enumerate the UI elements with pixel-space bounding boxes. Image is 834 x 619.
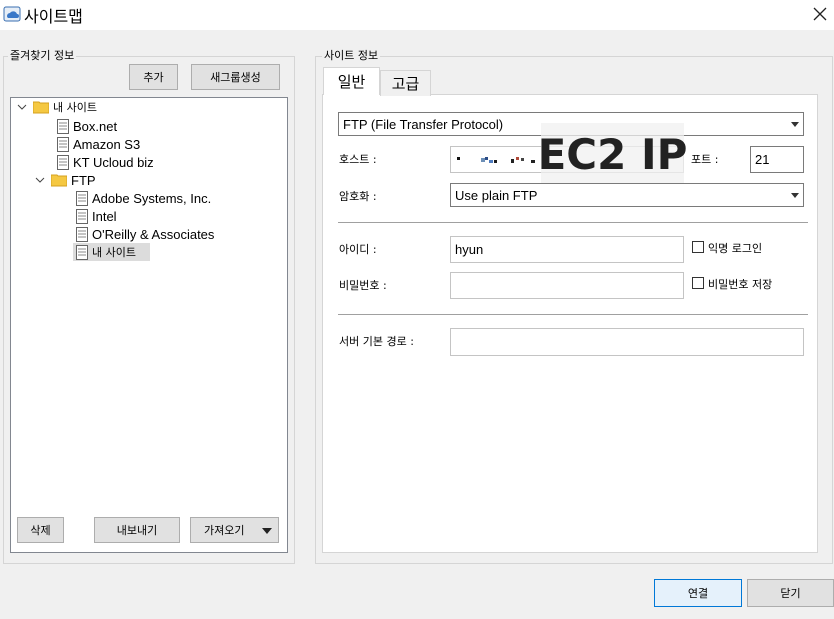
- chevron-down-icon[interactable]: [787, 113, 803, 135]
- site-file-icon: [76, 226, 88, 242]
- chevron-down-icon[interactable]: [787, 184, 803, 206]
- new-group-button[interactable]: 새그룹생성: [191, 64, 280, 90]
- site-file-icon: [57, 118, 69, 134]
- site-file-icon: [76, 190, 88, 206]
- anonymous-login-checkbox[interactable]: [692, 241, 704, 253]
- ec2-ip-overlay: EC2 IP: [538, 123, 687, 185]
- tree-item-label: 내 사이트: [92, 246, 136, 259]
- tree-item-label: Adobe Systems, Inc.: [92, 190, 212, 206]
- tree-item-label: KT Ucloud biz: [73, 154, 154, 170]
- id-label: 아이디 :: [339, 243, 377, 256]
- tree-item-label: FTP: [71, 172, 96, 188]
- save-password-label: 비밀번호 저장: [708, 278, 773, 291]
- add-button[interactable]: 추가: [129, 64, 178, 90]
- chevron-down-icon[interactable]: [17, 102, 27, 112]
- tab-advanced[interactable]: 고급: [380, 70, 431, 96]
- remote-path-input[interactable]: [450, 328, 804, 356]
- redacted-host-pixels: [457, 157, 535, 163]
- folder-icon: [33, 101, 49, 114]
- site-info-group-label: 사이트 정보: [322, 47, 381, 63]
- dropdown-arrow-icon[interactable]: [262, 528, 272, 534]
- host-label: 호스트 :: [339, 153, 377, 166]
- tree-item-label: 내 사이트: [53, 101, 97, 114]
- divider: [338, 314, 808, 315]
- anonymous-login-label: 익명 로그인: [708, 242, 763, 255]
- port-input[interactable]: 21: [750, 146, 804, 173]
- divider: [338, 222, 808, 223]
- protocol-value: FTP (File Transfer Protocol): [343, 116, 504, 132]
- connect-button[interactable]: 연결: [654, 579, 742, 607]
- tree-item-label: Box.net: [73, 118, 118, 134]
- site-file-icon: [76, 244, 88, 260]
- tree-item-kt-ucloud[interactable]: KT Ucloud biz: [57, 153, 154, 171]
- port-value: 21: [755, 152, 770, 167]
- password-label: 비밀번호 :: [339, 279, 387, 292]
- folder-icon: [51, 174, 67, 187]
- encryption-select[interactable]: Use plain FTP: [450, 183, 804, 207]
- tree-item-box-net[interactable]: Box.net: [57, 117, 117, 135]
- favorites-group-label: 즐겨찾기 정보: [8, 47, 77, 63]
- tree-item-intel[interactable]: Intel: [76, 207, 117, 225]
- tree-item-my-site-selected[interactable]: 내 사이트: [73, 243, 150, 261]
- password-input[interactable]: [450, 272, 684, 299]
- tree-item-label: Amazon S3: [73, 136, 141, 152]
- tree-item-label: O'Reilly & Associates: [92, 226, 215, 242]
- import-button[interactable]: 가져오기: [190, 517, 279, 543]
- save-password-checkbox[interactable]: [692, 277, 704, 289]
- tree-item-amazon-s3[interactable]: Amazon S3: [57, 135, 140, 153]
- close-button[interactable]: 닫기: [747, 579, 834, 607]
- chevron-down-icon[interactable]: [35, 175, 45, 185]
- site-file-icon: [57, 136, 69, 152]
- sitemap-cloud-icon: [3, 5, 21, 22]
- tree-folder-ftp[interactable]: FTP: [35, 171, 96, 189]
- id-input[interactable]: hyun: [450, 236, 684, 263]
- title-bar: [0, 0, 834, 30]
- port-label: 포트 :: [691, 153, 719, 166]
- encryption-label: 암호화 :: [339, 190, 377, 203]
- window-title: 사이트맵: [24, 7, 83, 26]
- site-file-icon: [76, 208, 88, 224]
- export-button[interactable]: 내보내기: [94, 517, 180, 543]
- close-icon[interactable]: [808, 2, 832, 26]
- tab-general[interactable]: 일반: [323, 67, 380, 95]
- tree-item-adobe[interactable]: Adobe Systems, Inc.: [76, 189, 211, 207]
- remote-path-label: 서버 기본 경로 :: [339, 335, 414, 348]
- overlay-text: EC2 IP: [537, 129, 688, 179]
- site-tree[interactable]: 내 사이트 Box.net Amazon S3 KT Ucloud biz FT…: [10, 97, 288, 553]
- import-button-label: 가져오기: [204, 524, 245, 537]
- tree-item-label: Intel: [92, 208, 117, 224]
- encryption-value: Use plain FTP: [455, 187, 538, 203]
- site-file-icon: [57, 154, 69, 170]
- delete-button[interactable]: 삭제: [17, 517, 64, 543]
- tree-folder-my-sites[interactable]: 내 사이트: [17, 98, 97, 116]
- tree-item-oreilly[interactable]: O'Reilly & Associates: [76, 225, 214, 243]
- id-value: hyun: [455, 242, 484, 257]
